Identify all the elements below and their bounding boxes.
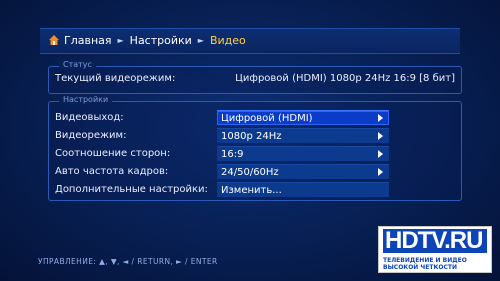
settings-panel: Настройки Видеовыход: Цифровой (HDMI) Ви…: [48, 95, 462, 201]
setting-value: 1080p 24Hz: [221, 131, 282, 142]
setting-additional[interactable]: Дополнительные настройки: Изменить...: [55, 182, 391, 197]
setting-label: Дополнительные настройки:: [55, 184, 208, 195]
setting-value: Цифровой (HDMI): [221, 113, 313, 124]
setting-value: 16:9: [221, 149, 244, 160]
settings-title: Настройки: [59, 95, 113, 104]
chevron-right-icon: [378, 114, 383, 122]
setting-video-mode[interactable]: Видеорежим: 1080p 24Hz: [55, 128, 391, 143]
setting-label: Авто частота кадров:: [55, 166, 169, 177]
breadcrumb: Главная ► Настройки ► Видео: [48, 30, 246, 50]
logo-sub: ТЕЛЕВИДЕНИЕ И ВИДЕО ВЫСОКОЙ ЧЕТКОСТИ: [383, 257, 467, 271]
additional-settings-button[interactable]: Изменить...: [217, 182, 389, 197]
hdtv-logo: HDTV.RU ТЕЛЕВИДЕНИЕ И ВИДЕО ВЫСОКОЙ ЧЕТК…: [378, 226, 492, 273]
setting-label: Видеовыход:: [55, 112, 124, 123]
status-label: Текущий видеорежим:: [55, 73, 176, 84]
home-icon: [49, 35, 59, 45]
status-panel: Статус Текущий видеорежим: Цифровой (HDM…: [48, 60, 462, 94]
chevron-right-icon: ►: [197, 35, 204, 45]
breadcrumb-home[interactable]: Главная: [64, 34, 112, 47]
logo-main: HDTV.RU: [383, 229, 487, 253]
breadcrumb-current: Видео: [209, 33, 246, 47]
setting-label: Видеорежим:: [55, 130, 127, 141]
chevron-right-icon: [378, 150, 383, 158]
chevron-right-icon: ►: [117, 35, 124, 45]
chevron-right-icon: [378, 132, 383, 140]
setting-label: Соотношение сторон:: [55, 148, 171, 159]
video-output-select[interactable]: Цифровой (HDMI): [217, 110, 389, 125]
setting-value: Изменить...: [221, 185, 282, 196]
aspect-ratio-select[interactable]: 16:9: [217, 146, 389, 161]
setting-video-output[interactable]: Видеовыход: Цифровой (HDMI): [55, 110, 391, 125]
status-row: Текущий видеорежим: Цифровой (HDMI) 1080…: [55, 73, 455, 84]
setting-auto-framerate[interactable]: Авто частота кадров: 24/50/60Hz: [55, 164, 391, 179]
controls-hint: УПРАВЛЕНИЕ: ▲, ▼, ◄ / RETURN, ► / ENTER: [38, 257, 218, 266]
breadcrumb-settings[interactable]: Настройки: [130, 34, 192, 47]
chevron-right-icon: [378, 168, 383, 176]
status-value: Цифровой (HDMI) 1080p 24Hz 16:9 [8 бит]: [235, 73, 455, 84]
setting-aspect-ratio[interactable]: Соотношение сторон: 16:9: [55, 146, 391, 161]
auto-framerate-select[interactable]: 24/50/60Hz: [217, 164, 389, 179]
video-mode-select[interactable]: 1080p 24Hz: [217, 128, 389, 143]
status-title: Статус: [59, 60, 96, 69]
setting-value: 24/50/60Hz: [221, 167, 279, 178]
